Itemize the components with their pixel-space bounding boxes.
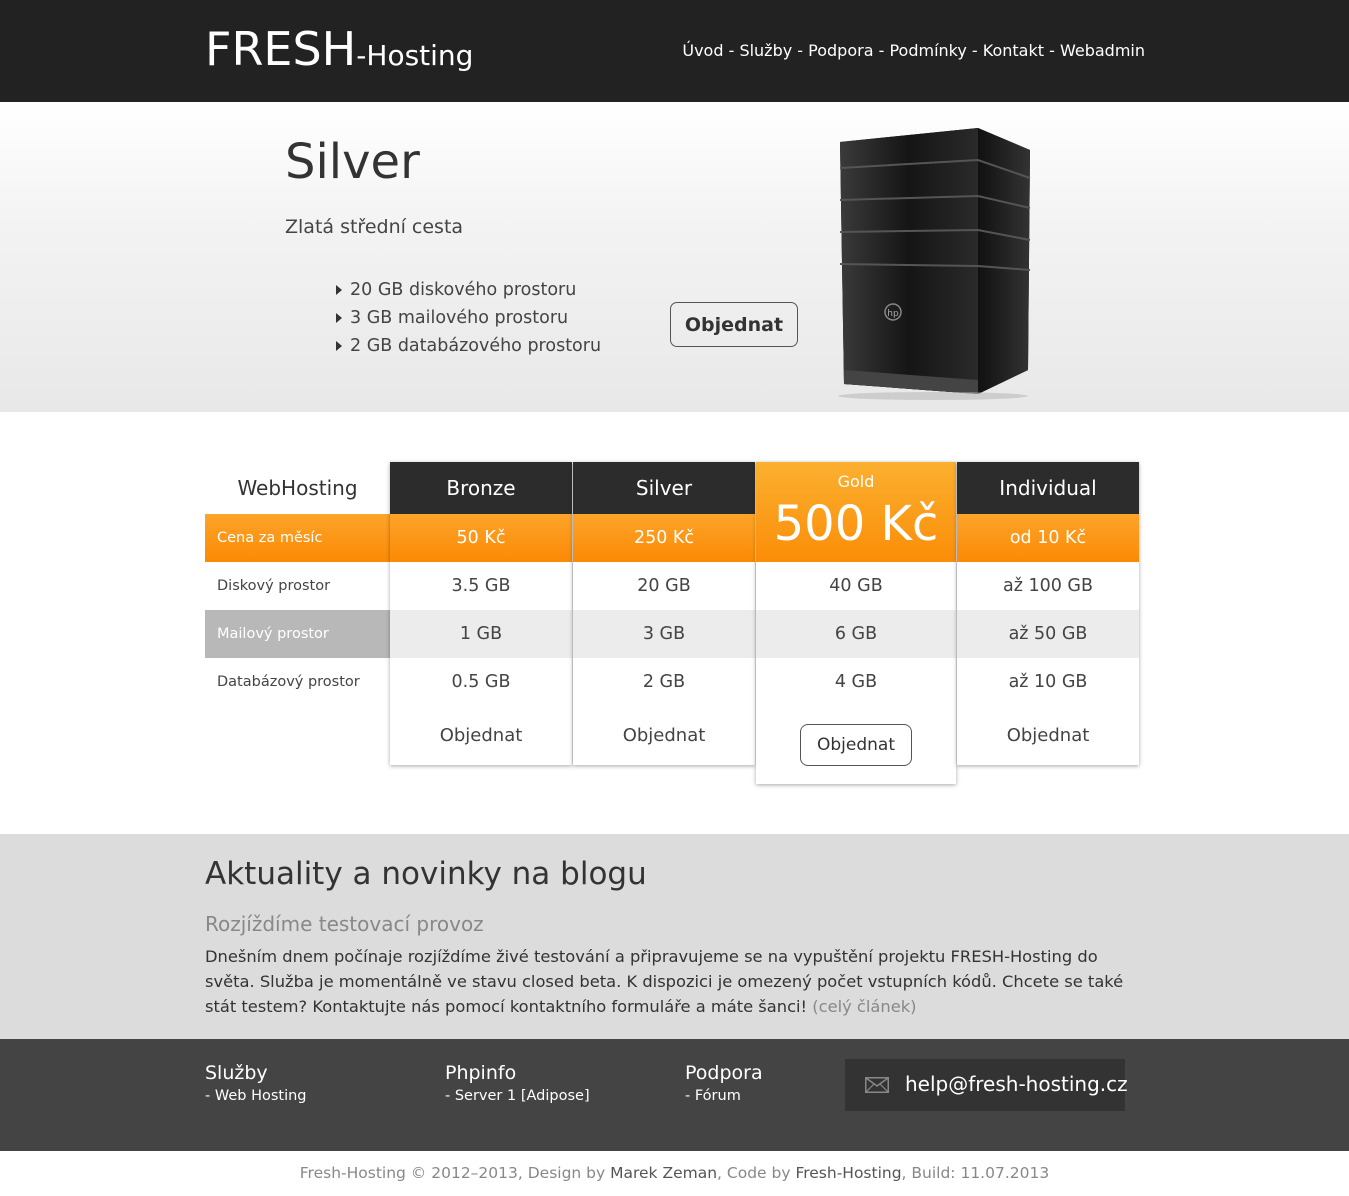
- nav-separator: -: [792, 41, 809, 60]
- row-label-price: Cena za měsíc: [205, 514, 390, 562]
- read-more-link[interactable]: (celý článek): [812, 997, 916, 1016]
- plan-order-link[interactable]: Objednat: [390, 706, 572, 765]
- plan-mail: až 50 GB: [957, 610, 1139, 658]
- plan-name: Silver: [573, 462, 755, 514]
- envelope-icon: [865, 1077, 889, 1093]
- hero-feature-text: 2 GB databázového prostoru: [350, 336, 602, 356]
- plan-column-gold: Gold 500 Kč 40 GB 6 GB 4 GB Objednat: [756, 462, 956, 784]
- plan-db: 4 GB: [834, 672, 878, 692]
- server-image: hp: [838, 128, 1031, 400]
- coder-link[interactable]: Fresh-Hosting: [795, 1164, 901, 1182]
- hero-order-button[interactable]: Objednat: [670, 302, 798, 347]
- nav-separator: -: [723, 41, 740, 60]
- row-label-mail: Mailový prostor: [205, 610, 390, 658]
- plan-db: až 10 GB: [1008, 672, 1088, 692]
- plan-column-silver: Silver 250 Kč 20 GB 3 GB 2 GB Objednat: [573, 462, 755, 765]
- support-email: help@fresh-hosting.cz: [905, 1072, 1128, 1096]
- plan-disk: 20 GB: [637, 576, 691, 596]
- plan-disk: 3.5 GB: [451, 576, 511, 596]
- logo-main: FRESH: [205, 22, 357, 76]
- plan-order-link[interactable]: Objednat: [957, 706, 1139, 765]
- site-header: FRESH-Hosting Úvod - Služby - Podpora - …: [0, 0, 1349, 102]
- copyright-bar: Fresh-Hosting © 2012–2013, Design by Mar…: [0, 1151, 1349, 1196]
- support-email-box[interactable]: help@fresh-hosting.cz: [845, 1059, 1128, 1111]
- plan-price: 50 Kč: [390, 514, 572, 562]
- nav-separator: -: [1044, 41, 1060, 60]
- plan-mail: 1 GB: [390, 610, 572, 658]
- footer-column-title: Podpora: [685, 1062, 763, 1084]
- hero-feature: 3 GB mailového prostoru: [336, 304, 601, 332]
- nav-sluzby[interactable]: Služby: [739, 41, 792, 60]
- site-logo[interactable]: FRESH-Hosting: [205, 22, 473, 76]
- plan-disk: 40 GB: [829, 576, 883, 596]
- footer-column-sluzby: Služby - Web Hosting: [205, 1061, 307, 1107]
- plan-order-button[interactable]: Objednat: [800, 724, 912, 766]
- plan-name: Gold: [837, 472, 875, 491]
- main-nav: Úvod - Služby - Podpora - Podmínky - Kon…: [682, 41, 1145, 60]
- plan-price: od 10 Kč: [957, 514, 1139, 562]
- pricing-table-label: WebHosting: [237, 476, 358, 500]
- nav-podminky[interactable]: Podmínky: [889, 41, 966, 60]
- plan-price: 500 Kč: [773, 496, 939, 552]
- hero-feature: 20 GB diskového prostoru: [336, 276, 601, 304]
- footer-link[interactable]: - Fórum: [685, 1085, 763, 1107]
- footer-column-title: Phpinfo: [445, 1062, 517, 1084]
- plan-name: Individual: [957, 462, 1139, 514]
- blog-post-text: Dnešním dnem počínaje rozjíždíme živé te…: [205, 947, 1124, 1016]
- plan-price: 250 Kč: [573, 514, 755, 562]
- row-label-db: Databázový prostor: [217, 674, 360, 690]
- footer-column-title: Služby: [205, 1062, 268, 1084]
- copyright-text: Fresh-Hosting © 2012–2013, Design by: [299, 1164, 611, 1182]
- designer-link[interactable]: Marek Zeman: [610, 1164, 717, 1182]
- server-brand-logo: hp: [887, 309, 899, 319]
- hero-feature: 2 GB databázového prostoru: [336, 332, 601, 360]
- blog-post-title[interactable]: Rozjíždíme testovací provoz: [205, 912, 484, 936]
- bullet-arrow-icon: [336, 285, 342, 295]
- nav-webadmin[interactable]: Webadmin: [1060, 41, 1145, 60]
- bullet-arrow-icon: [336, 341, 342, 351]
- hero-feature-text: 3 GB mailového prostoru: [350, 308, 569, 328]
- plan-column-individual: Individual od 10 Kč až 100 GB až 50 GB a…: [957, 462, 1139, 765]
- blog-section: Aktuality a novinky na blogu Rozjíždíme …: [0, 834, 1349, 1039]
- footer-column-phpinfo: Phpinfo - Server 1 [Adipose]: [445, 1061, 590, 1107]
- footer-link[interactable]: - Web Hosting: [205, 1085, 307, 1107]
- site-footer: Služby - Web Hosting Phpinfo - Server 1 …: [0, 1039, 1349, 1151]
- footer-link[interactable]: - Server 1 [Adipose]: [445, 1085, 590, 1107]
- nav-kontakt[interactable]: Kontakt: [983, 41, 1044, 60]
- plan-db: 2 GB: [642, 672, 686, 692]
- hero-feature-list: 20 GB diskového prostoru 3 GB mailového …: [336, 276, 601, 360]
- copyright-build: , Build: 11.07.2013: [901, 1164, 1050, 1182]
- nav-separator: -: [873, 41, 890, 60]
- nav-podpora[interactable]: Podpora: [808, 41, 873, 60]
- plan-db: 0.5 GB: [451, 672, 511, 692]
- hero-title: Silver: [285, 134, 420, 190]
- nav-separator: -: [966, 41, 983, 60]
- blog-heading: Aktuality a novinky na blogu: [205, 856, 647, 892]
- blog-post-excerpt: Dnešním dnem počínaje rozjíždíme živé te…: [205, 944, 1149, 1019]
- plan-name: Bronze: [390, 462, 572, 514]
- nav-uvod[interactable]: Úvod: [682, 41, 723, 60]
- hero-feature-text: 20 GB diskového prostoru: [350, 280, 577, 300]
- footer-column-podpora: Podpora - Fórum: [685, 1061, 763, 1107]
- plan-order-link[interactable]: Objednat: [573, 706, 755, 765]
- page: FRESH-Hosting Úvod - Služby - Podpora - …: [0, 0, 1349, 1196]
- plan-column-bronze: Bronze 50 Kč 3.5 GB 1 GB 0.5 GB Objednat: [390, 462, 572, 765]
- copyright-text: , Code by: [717, 1164, 796, 1182]
- bullet-arrow-icon: [336, 313, 342, 323]
- logo-sub: -Hosting: [356, 39, 474, 72]
- plan-mail: 6 GB: [756, 610, 956, 658]
- hero-subtitle: Zlatá střední cesta: [285, 216, 464, 238]
- plan-mail: 3 GB: [573, 610, 755, 658]
- hero-banner: Silver Zlatá střední cesta 20 GB diskové…: [0, 102, 1349, 412]
- row-label-disk: Diskový prostor: [217, 578, 331, 594]
- plan-disk: až 100 GB: [1002, 576, 1093, 596]
- plan-header-highlight: Gold 500 Kč: [756, 462, 956, 562]
